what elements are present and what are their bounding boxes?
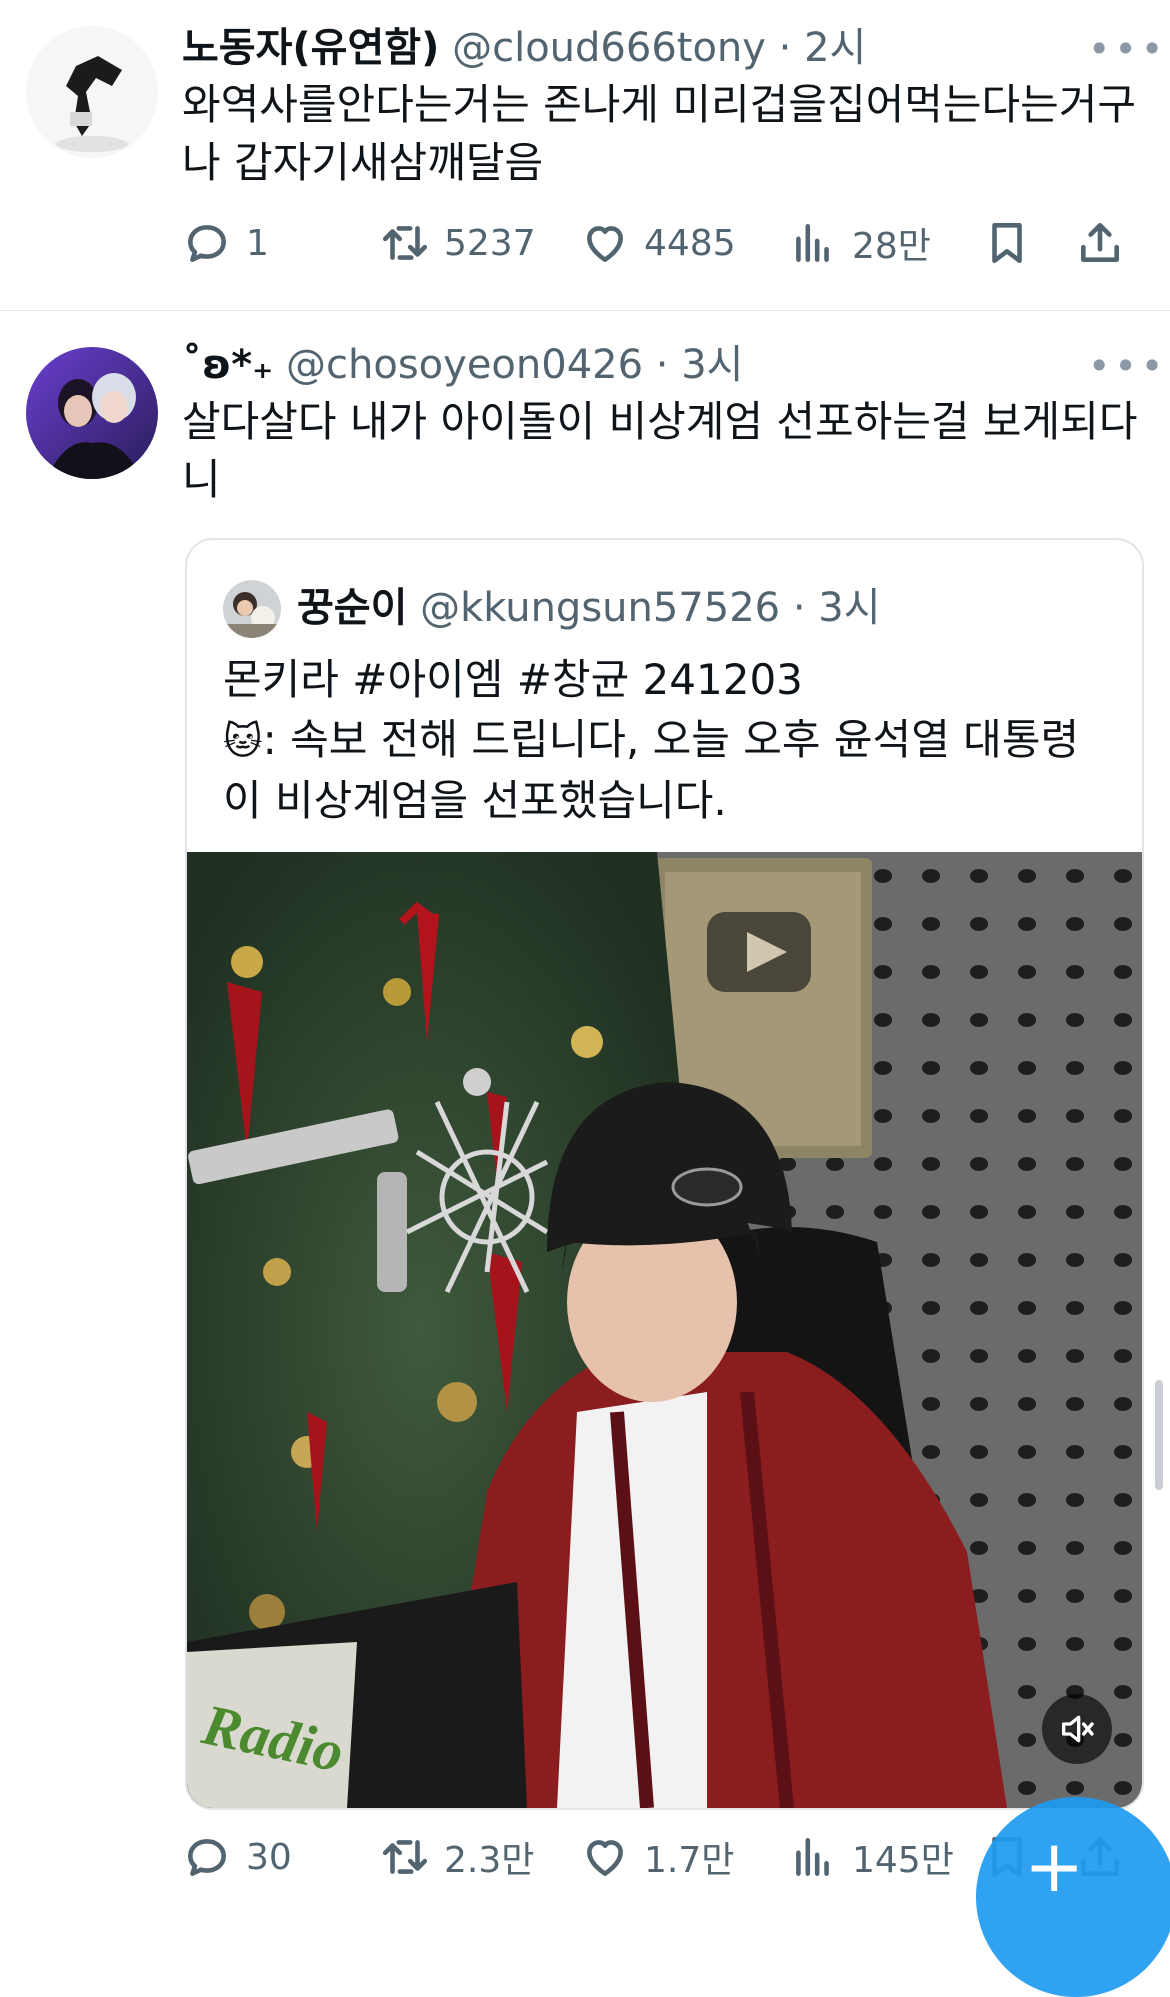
reply-button[interactable]: 30 [182,1827,292,1887]
author-name[interactable]: ˚ʚ*₊ [182,342,273,388]
video-frame: Radio [187,852,1142,1808]
bookmark-button[interactable] [982,213,1032,273]
reply-count: 30 [246,1836,292,1878]
timestamp[interactable]: · 3시 [656,342,744,388]
share-icon [1081,223,1119,262]
author-name[interactable]: 노동자(유연함) [182,25,439,71]
heart-icon [587,1840,623,1876]
tweet-2[interactable]: ˚ʚ*₊ @chosoyeon0426 · 3시 ••• 살다살다 내가 아이돌… [0,311,1170,1899]
tweet-1[interactable]: 노동자(유연함) @cloud666tony · 2시 ••• 와역사를안다는거… [0,0,1170,310]
quoted-avatar-image [223,580,281,638]
views-count: 28만 [852,226,931,267]
retweet-button[interactable]: 5237 [380,213,536,273]
timestamp[interactable]: · 2시 [779,25,867,71]
compose-plus-icon[interactable]: + [1024,1830,1084,1902]
reply-button[interactable]: 1 [182,213,269,273]
quoted-text-line-content: : 속보 전해 드립니다, 오늘 오후 윤석열 대통령 [262,715,1080,764]
like-count: 4485 [644,222,736,264]
scrollbar[interactable] [1155,1380,1163,1490]
like-button[interactable]: 4485 [580,213,736,273]
video-player[interactable]: Radio [187,852,1142,1808]
quoted-text-line: 🐱: 속보 전해 드립니다, 오늘 오후 윤석열 대통령 [223,710,1103,771]
quoted-avatar[interactable] [223,580,281,638]
reply-icon [188,1839,226,1876]
quoted-text-line: 이 비상계엄을 선포했습니다. [223,776,727,825]
heart-icon [587,226,623,262]
quoted-text: 몬키라 #아이엠 #창균 241203 🐱: 속보 전해 드립니다, 오늘 오후… [223,650,1103,831]
views-count: 145만 [852,1840,954,1881]
tweet-text-line: 니 [182,455,221,504]
retweet-button[interactable]: 2.3만 [380,1827,534,1887]
tweet-text-line: 나 갑자기새삼깨달음 [182,138,544,187]
avatar-image [26,347,158,479]
author-handle[interactable]: @cloud666tony [452,25,766,71]
quoted-author-name[interactable]: 꿍순이 [297,585,407,631]
retweet-count: 2.3만 [444,1840,535,1881]
like-count: 1.7만 [644,1840,735,1881]
views-chart-icon [796,1838,829,1876]
quoted-text-line: 몬키라 #아이엠 #창균 241203 [223,655,803,704]
views-button[interactable]: 145만 [788,1827,954,1887]
avatar[interactable] [26,26,158,158]
quoted-timestamp[interactable]: · 3시 [793,585,881,631]
avatar-image [26,26,158,158]
reply-count: 1 [246,222,269,264]
tweet-text-line: 살다살다 내가 아이돌이 비상계엄 선포하는걸 보게되다 [182,397,1138,446]
tweet-text-line: 와역사를안다는거는 존나게 미리겁을집어먹는다는거구 [182,80,1137,129]
bookmark-icon [992,223,1022,263]
quoted-tweet-card[interactable]: 꿍순이 @kkungsun57526 · 3시 몬키라 #아이엠 #창균 241… [185,538,1144,1810]
retweet-icon [382,226,428,260]
author-handle[interactable]: @chosoyeon0426 [286,342,643,388]
mute-button[interactable] [1042,1694,1112,1764]
author-row: 노동자(유연함) @cloud666tony · 2시 [182,22,866,74]
action-bar: 1 5237 4485 28만 [182,213,1142,273]
mute-icon [1062,1715,1094,1743]
cat-emoji: 🐱 [223,719,263,763]
avatar[interactable] [26,347,158,479]
share-button[interactable] [1075,213,1125,273]
tweet-text: 와역사를안다는거는 존나게 미리겁을집어먹는다는거구 나 갑자기새삼깨달음 [182,76,1136,192]
reply-icon [188,225,226,262]
like-button[interactable]: 1.7만 [580,1827,734,1887]
author-row: ˚ʚ*₊ @chosoyeon0426 · 3시 [182,339,743,391]
views-chart-icon [796,224,829,262]
quoted-author-handle[interactable]: @kkungsun57526 [420,585,780,631]
quoted-author-row: 꿍순이 @kkungsun57526 · 3시 [297,582,881,634]
retweet-icon [382,1840,428,1874]
views-button[interactable]: 28만 [788,213,931,273]
more-dots-icon[interactable]: ••• [1088,30,1167,68]
retweet-count: 5237 [444,222,536,264]
tweet-text: 살다살다 내가 아이돌이 비상계엄 선포하는걸 보게되다 니 [182,393,1137,509]
more-dots-icon[interactable]: ••• [1088,347,1167,385]
